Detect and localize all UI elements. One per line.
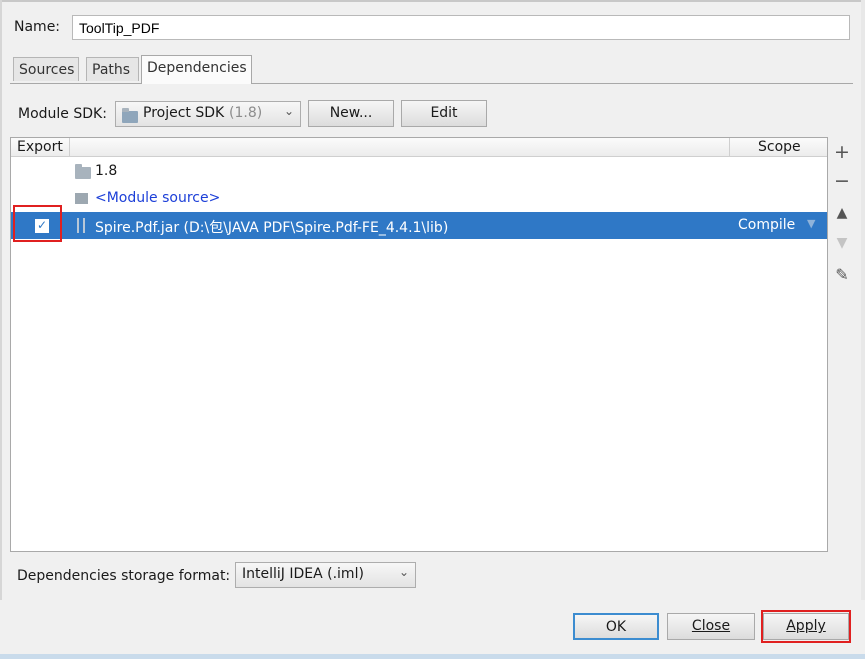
taskbar-strip — [0, 654, 865, 659]
name-input[interactable] — [72, 15, 850, 40]
table-row-module-source[interactable]: <Module source> — [11, 185, 827, 212]
window-left-border — [0, 0, 2, 600]
table-row-spire-pdf-jar[interactable]: ✓ Spire.Pdf.jar (D:\包\JAVA PDF\Spire.Pdf… — [11, 212, 827, 239]
move-down-icon[interactable]: ▼ — [832, 234, 852, 253]
window-right-border — [861, 0, 865, 600]
new-sdk-button[interactable]: New... — [308, 100, 394, 127]
dependency-name: 1.8 — [95, 163, 118, 179]
dependencies-table[interactable]: Export Scope 1.8 <Module source> ✓ Spire… — [10, 137, 828, 552]
scope-column-header[interactable]: Scope — [758, 139, 801, 155]
table-header: Export Scope — [11, 138, 827, 157]
module-sdk-version: (1.8) — [229, 105, 263, 121]
module-sdk-dropdown[interactable]: Project SDK (1.8) ⌄ — [115, 101, 301, 127]
edit-button-label: Edit — [430, 105, 458, 121]
checkbox-highlight-box — [13, 205, 62, 242]
module-sdk-label: Module SDK: — [18, 106, 107, 122]
name-label: Name: — [14, 19, 61, 35]
column-separator — [69, 138, 70, 157]
chevron-down-icon: ⌄ — [398, 565, 409, 579]
close-button[interactable]: Close — [667, 613, 755, 640]
tab-dependencies-label: Dependencies — [147, 60, 247, 76]
chevron-down-icon: ⌄ — [283, 104, 294, 118]
scope-value[interactable]: Compile — [738, 217, 795, 233]
sdk-folder-icon — [122, 108, 138, 123]
ok-button-label: OK — [605, 619, 627, 635]
module-sdk-selected: Project SDK — [143, 105, 225, 121]
export-column-header[interactable]: Export — [17, 139, 63, 155]
ok-button[interactable]: OK — [573, 613, 659, 640]
tab-sources-label: Sources — [19, 62, 75, 78]
tab-dependencies[interactable]: Dependencies — [141, 55, 252, 84]
tab-divider — [10, 83, 853, 84]
module-source-folder-icon — [75, 193, 88, 204]
table-row-jdk[interactable]: 1.8 — [11, 158, 827, 185]
apply-highlight-box — [761, 610, 851, 643]
close-button-label: Close — [691, 618, 731, 634]
jdk-folder-icon — [75, 164, 91, 179]
jar-library-icon — [77, 218, 85, 233]
new-button-label: New... — [329, 105, 373, 121]
tab-paths[interactable]: Paths — [86, 57, 139, 81]
storage-format-dropdown[interactable]: IntelliJ IDEA (.iml) ⌄ — [235, 562, 416, 588]
tab-sources[interactable]: Sources — [13, 57, 79, 81]
dependency-name: <Module source> — [95, 190, 221, 206]
move-up-icon[interactable]: ▲ — [832, 204, 852, 223]
edit-sdk-button[interactable]: Edit — [401, 100, 487, 127]
tab-paths-label: Paths — [92, 62, 131, 78]
storage-format-label: Dependencies storage format: — [17, 568, 231, 584]
window-top-border — [0, 0, 865, 2]
dependency-name: Spire.Pdf.jar (D:\包\JAVA PDF\Spire.Pdf-F… — [95, 220, 449, 236]
storage-format-selected: IntelliJ IDEA (.iml) — [242, 566, 364, 582]
column-separator — [729, 138, 730, 157]
minus-icon[interactable]: − — [832, 172, 852, 191]
scope-dropdown-icon[interactable]: ▼ — [807, 217, 815, 230]
edit-pencil-icon[interactable]: ✎ — [832, 265, 852, 284]
plus-icon[interactable]: + — [832, 143, 852, 162]
